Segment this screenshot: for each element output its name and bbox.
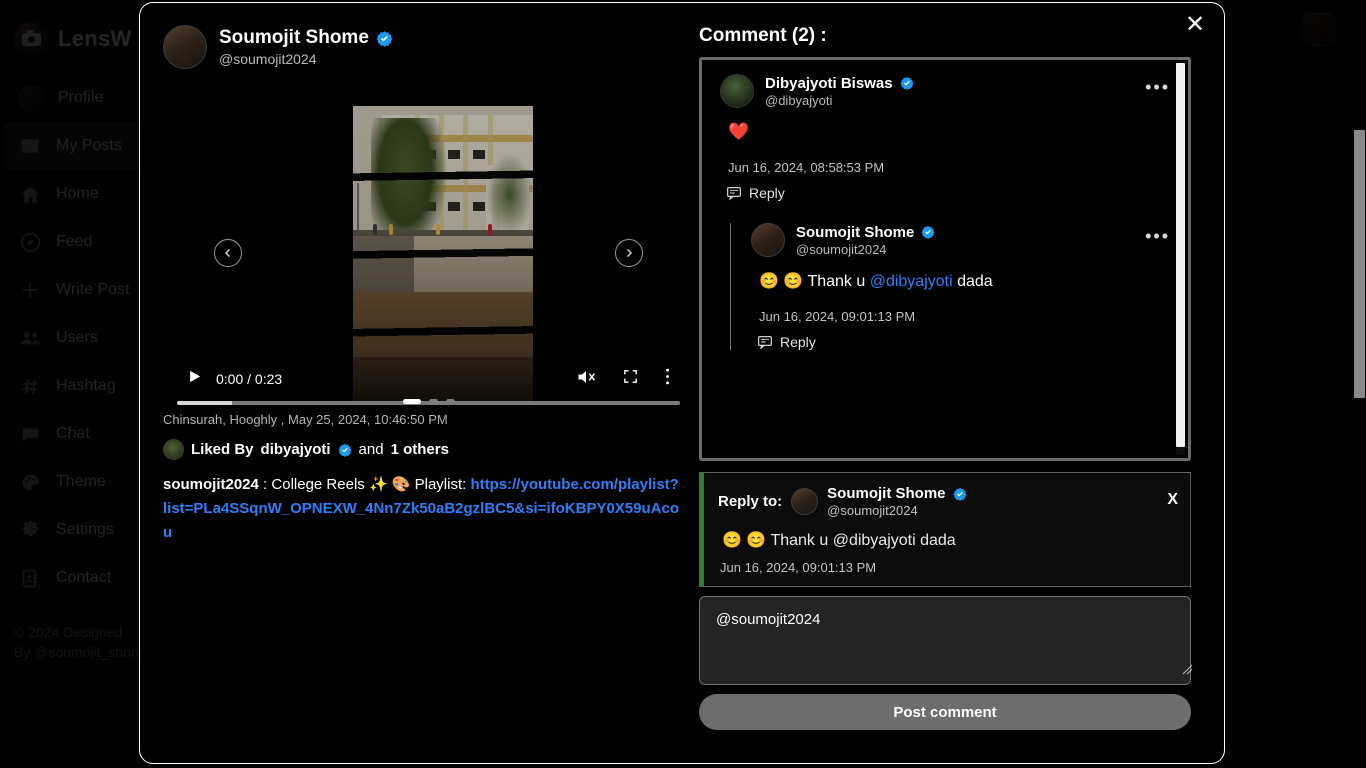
liked-by-prefix: Liked By <box>191 441 254 458</box>
comments-panel: Comment (2) : Dibyajyoti Biswas @dibyajy… <box>699 25 1199 730</box>
carousel-dot[interactable] <box>428 399 438 404</box>
comment-date: Jun 16, 2024, 09:01:13 PM <box>759 309 916 324</box>
post-caption: soumojit2024 : College Reels ✨ 🎨 Playlis… <box>163 473 683 545</box>
comment-reply-label: Reply <box>780 334 816 350</box>
carousel-indicator <box>177 399 680 404</box>
comments-title: Comment (2) : <box>699 25 827 46</box>
caption-separator: : <box>258 476 272 493</box>
mute-icon[interactable] <box>576 367 596 392</box>
post-comment-button[interactable]: Post comment <box>699 694 1191 730</box>
comment-text-prefix: 😊 😊 Thank u <box>759 273 870 290</box>
comment-author: Dibyajyoti Biswas @dibyajyoti <box>720 74 1170 108</box>
comment-reply-label: Reply <box>749 185 785 201</box>
reply-to-target: Reply to: Soumojit Shome @soumojit2024 <box>718 485 1176 518</box>
liked-by-suffix: and <box>358 441 384 458</box>
page-scrollbar[interactable] <box>1353 0 1366 768</box>
comment-mention[interactable]: @dibyajyoti <box>870 273 953 290</box>
post-author-name: Soumojit Shome <box>219 27 369 48</box>
avatar <box>791 488 819 515</box>
verified-badge-icon <box>900 76 914 90</box>
caption-username[interactable]: soumojit2024 <box>163 476 259 493</box>
comment-date: Jun 16, 2024, 08:58:53 PM <box>728 160 885 175</box>
liked-by-row: Liked By dibyajyoti and 1 others <box>163 439 449 460</box>
verified-badge-icon <box>921 225 935 239</box>
video-menu-icon[interactable] <box>665 367 670 391</box>
liked-by-user[interactable]: dibyajyoti <box>261 441 331 458</box>
reply-to-handle: @soumojit2024 <box>827 503 918 518</box>
caption-text: College Reels ✨ 🎨 Playlist: <box>271 476 467 493</box>
comment-options-icon[interactable]: ••• <box>1145 78 1170 96</box>
carousel-dot[interactable] <box>445 399 455 404</box>
reply-to-label: Reply to: <box>718 493 783 510</box>
reply-to-close-button[interactable]: X <box>1167 491 1178 509</box>
liked-by-avatar <box>163 439 184 460</box>
page-scrollbar-thumb[interactable] <box>1354 130 1365 398</box>
video-time-display: 0:00 / 0:23 <box>216 371 283 387</box>
comment-reply-button[interactable]: Reply <box>757 334 1170 350</box>
video-controls: 0:00 / 0:23 <box>177 355 680 403</box>
reply-to-banner: Reply to: Soumojit Shome @soumojit2024 X… <box>699 472 1191 587</box>
comment-author: Soumojit Shome @soumojit2024 <box>751 223 1170 257</box>
media-prev-button[interactable] <box>214 238 242 267</box>
avatar[interactable] <box>720 74 754 108</box>
liked-by-count[interactable]: 1 others <box>391 441 449 458</box>
reply-to-date: Jun 16, 2024, 09:01:13 PM <box>720 560 877 575</box>
post-location-date: Chinsurah, Hooghly , May 25, 2024, 10:46… <box>163 412 448 427</box>
post-panel: Soumojit Shome @soumojit2024 0:00 / 0:23 <box>163 25 693 405</box>
app-root: LensW Profile My Posts Home Feed <box>0 0 1366 768</box>
comment-input[interactable] <box>699 596 1191 685</box>
play-button[interactable] <box>187 369 202 389</box>
reply-to-name: Soumojit Shome <box>827 485 946 502</box>
comment-item: Dibyajyoti Biswas @dibyajyoti ••• ❤️ Jun… <box>720 74 1170 350</box>
comment-text: ❤️ <box>728 122 750 141</box>
comment-reply-item: Soumojit Shome @soumojit2024 ••• 😊 😊 Tha… <box>730 223 1170 350</box>
verified-badge-icon <box>952 487 967 501</box>
avatar[interactable] <box>163 25 207 69</box>
comment-text: 😊 😊 Thank u @dibyajyoti dada <box>759 271 1170 291</box>
comments-list[interactable]: Dibyajyoti Biswas @dibyajyoti ••• ❤️ Jun… <box>699 57 1191 461</box>
comment-author-handle: @dibyajyoti <box>765 92 833 108</box>
verified-badge-icon <box>376 30 393 47</box>
verified-badge-icon <box>338 443 352 457</box>
comment-author-name: Dibyajyoti Biswas <box>765 74 893 92</box>
comment-author-handle: @soumojit2024 <box>796 241 887 257</box>
comment-author-name: Soumojit Shome <box>796 223 915 241</box>
comment-reply-button[interactable]: Reply <box>726 185 1170 201</box>
post-detail-modal: ✕ Soumojit Shome @soumojit2024 0:00 / 0:… <box>139 2 1225 764</box>
fullscreen-icon[interactable] <box>622 368 639 390</box>
carousel-dot[interactable] <box>402 399 421 404</box>
comments-scrollbar[interactable] <box>1176 63 1185 455</box>
media-next-button[interactable] <box>615 238 643 267</box>
comment-text-suffix: dada <box>952 273 993 290</box>
post-author: Soumojit Shome @soumojit2024 <box>163 25 693 69</box>
post-author-handle: @soumojit2024 <box>219 51 317 67</box>
avatar[interactable] <box>751 223 785 257</box>
reply-to-text: 😊 😊 Thank u @dibyajyoti dada <box>722 532 956 549</box>
comment-options-icon[interactable]: ••• <box>1145 227 1170 245</box>
